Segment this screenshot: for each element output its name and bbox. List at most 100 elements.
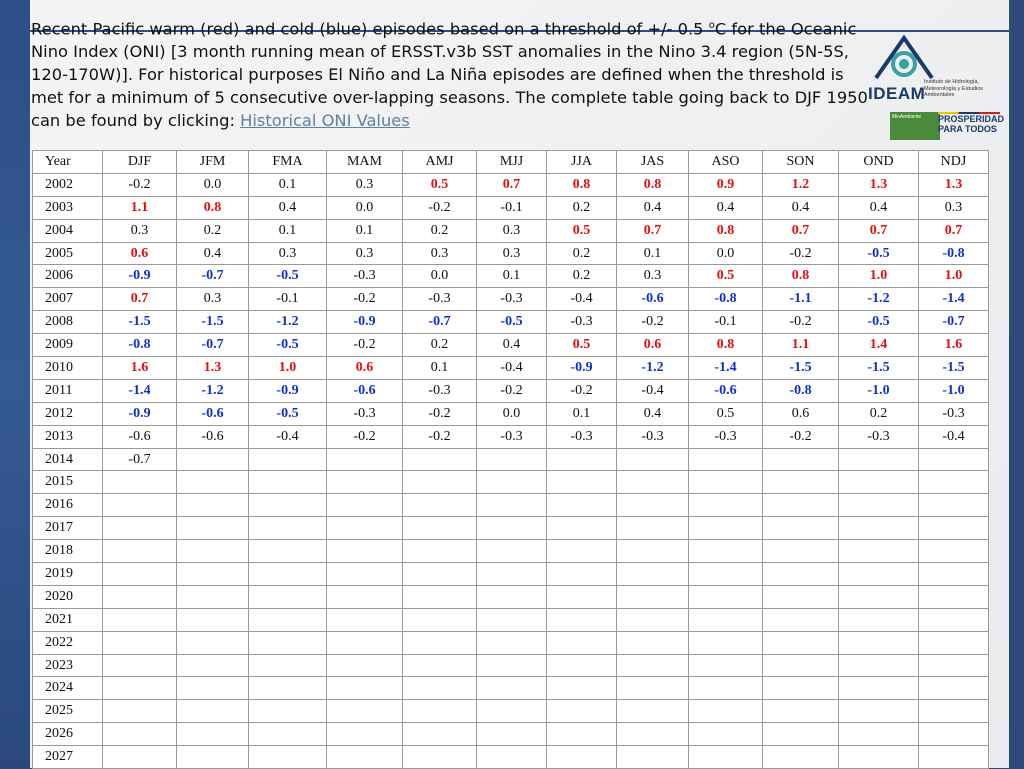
oni-value-cell [616,516,689,541]
oni-value-cell [838,539,919,564]
oni-value-cell [326,722,403,747]
oni-value-cell [616,676,689,701]
oni-value-cell [546,630,617,655]
oni-value-cell [326,493,403,518]
oni-value-cell: 0.5 [546,218,617,243]
oni-value-cell [918,676,989,701]
oni-value-cell: 0.1 [248,218,327,243]
year-cell: 2016 [32,493,103,518]
year-cell: 2015 [32,470,103,495]
table-row: 2017 [32,516,989,541]
oni-value-cell [248,630,327,655]
column-header: AMJ [402,150,477,174]
oni-value-cell: 0.5 [688,264,763,289]
oni-value-cell: -0.8 [918,241,989,266]
oni-value-cell [476,676,547,701]
oni-value-cell: 0.2 [402,218,477,243]
oni-value-cell: 0.4 [616,401,689,426]
oni-value-cell [546,470,617,495]
column-header: JJA [546,150,617,174]
oni-value-cell [688,516,763,541]
oni-value-cell [546,699,617,724]
table-row: 2020 [32,584,989,609]
oni-value-cell: 0.9 [688,172,763,197]
oni-value-cell: -1.2 [176,378,249,403]
oni-value-cell: 1.6 [918,333,989,358]
oni-value-cell [546,676,617,701]
oni-value-cell: 0.4 [248,195,327,220]
oni-value-cell: 0.4 [476,333,547,358]
column-header: JFM [176,150,249,174]
oni-value-cell: 0.7 [838,218,919,243]
oni-value-cell [248,722,327,747]
oni-value-cell: -0.1 [248,287,327,312]
oni-value-cell [616,745,689,769]
oni-value-cell: -0.4 [546,287,617,312]
oni-value-cell [248,516,327,541]
oni-value-cell [248,539,327,564]
oni-value-cell [546,607,617,632]
year-cell: 2024 [32,676,103,701]
oni-value-cell: -0.7 [176,264,249,289]
table-row: 2003 1.1 0.8 0.4 0.0 -0.2 -0.1 0.2 0.4 0.4 0.4 0.4 0… [32,195,989,220]
table-row: 2011 -1.4 -1.2 -0.9 -0.6 -0.3 -0.2 -0.2 -0.4 -0.6… [32,378,989,403]
oni-value-cell: -1.5 [102,310,177,335]
oni-value-cell: -0.1 [476,195,547,220]
oni-value-cell: 0.1 [616,241,689,266]
slide-left-band [0,0,30,768]
oni-value-cell [326,630,403,655]
oni-value-cell [546,516,617,541]
oni-value-cell: 0.7 [476,172,547,197]
year-cell: 2011 [32,378,103,403]
oni-value-cell: -0.6 [326,378,403,403]
table-row: 2009 -0.8 -0.7 -0.5 -0.2 0.2 0.4 0.5 0.6 0.8 1.1 1.… [32,333,989,358]
oni-value-cell [176,470,249,495]
prosperidad-logo: PROSPERIDAD PARA TODOS [938,114,1004,134]
oni-value-cell: 0.2 [546,264,617,289]
oni-value-cell: 0.3 [476,241,547,266]
table-row: 2022 [32,630,989,655]
oni-value-cell: 0.3 [476,218,547,243]
oni-value-cell: 1.3 [838,172,919,197]
oni-value-cell: -0.3 [616,424,689,449]
table-row: 2012 -0.9 -0.6 -0.5 -0.3 -0.2 0.0 0.1 0.4 0.5 0.6 0… [32,401,989,426]
historical-oni-link[interactable]: Historical ONI Values [240,111,410,130]
oni-value-cell: -0.3 [476,424,547,449]
oni-value-cell [616,447,689,472]
oni-value-cell: -1.2 [838,287,919,312]
oni-value-cell: -0.2 [762,424,839,449]
oni-value-cell [688,676,763,701]
year-cell: 2004 [32,218,103,243]
oni-value-cell [402,607,477,632]
oni-value-cell: 1.1 [102,195,177,220]
oni-value-cell: 0.3 [326,172,403,197]
oni-value-cell: -1.5 [838,356,919,380]
oni-value-cell: -0.5 [248,401,327,426]
oni-value-cell: 0.3 [326,241,403,266]
column-header: DJF [102,150,177,174]
oni-value-cell: 0.0 [476,401,547,426]
oni-value-cell [102,470,177,495]
oni-value-cell [476,584,547,609]
oni-value-cell [402,745,477,769]
oni-value-cell [326,653,403,678]
oni-value-cell [918,493,989,518]
oni-value-cell [176,699,249,724]
oni-value-cell: -0.5 [476,310,547,335]
oni-value-cell [248,607,327,632]
oni-value-cell: -0.3 [402,378,477,403]
oni-value-cell [326,562,403,586]
oni-value-cell [476,630,547,655]
oni-value-cell [838,584,919,609]
oni-value-cell [762,653,839,678]
oni-value-cell: 1.2 [762,172,839,197]
oni-value-cell [616,493,689,518]
oni-value-cell [546,539,617,564]
oni-value-cell [102,562,177,586]
table-row: 2002 -0.2 0.0 0.1 0.3 0.5 0.7 0.8 0.8 0.9 1.2 1.3 1.… [32,172,989,197]
year-cell: 2010 [32,356,103,380]
oni-value-cell: -0.6 [176,424,249,449]
oni-value-cell: 1.0 [838,264,919,289]
oni-value-cell [402,584,477,609]
oni-value-cell [326,470,403,495]
